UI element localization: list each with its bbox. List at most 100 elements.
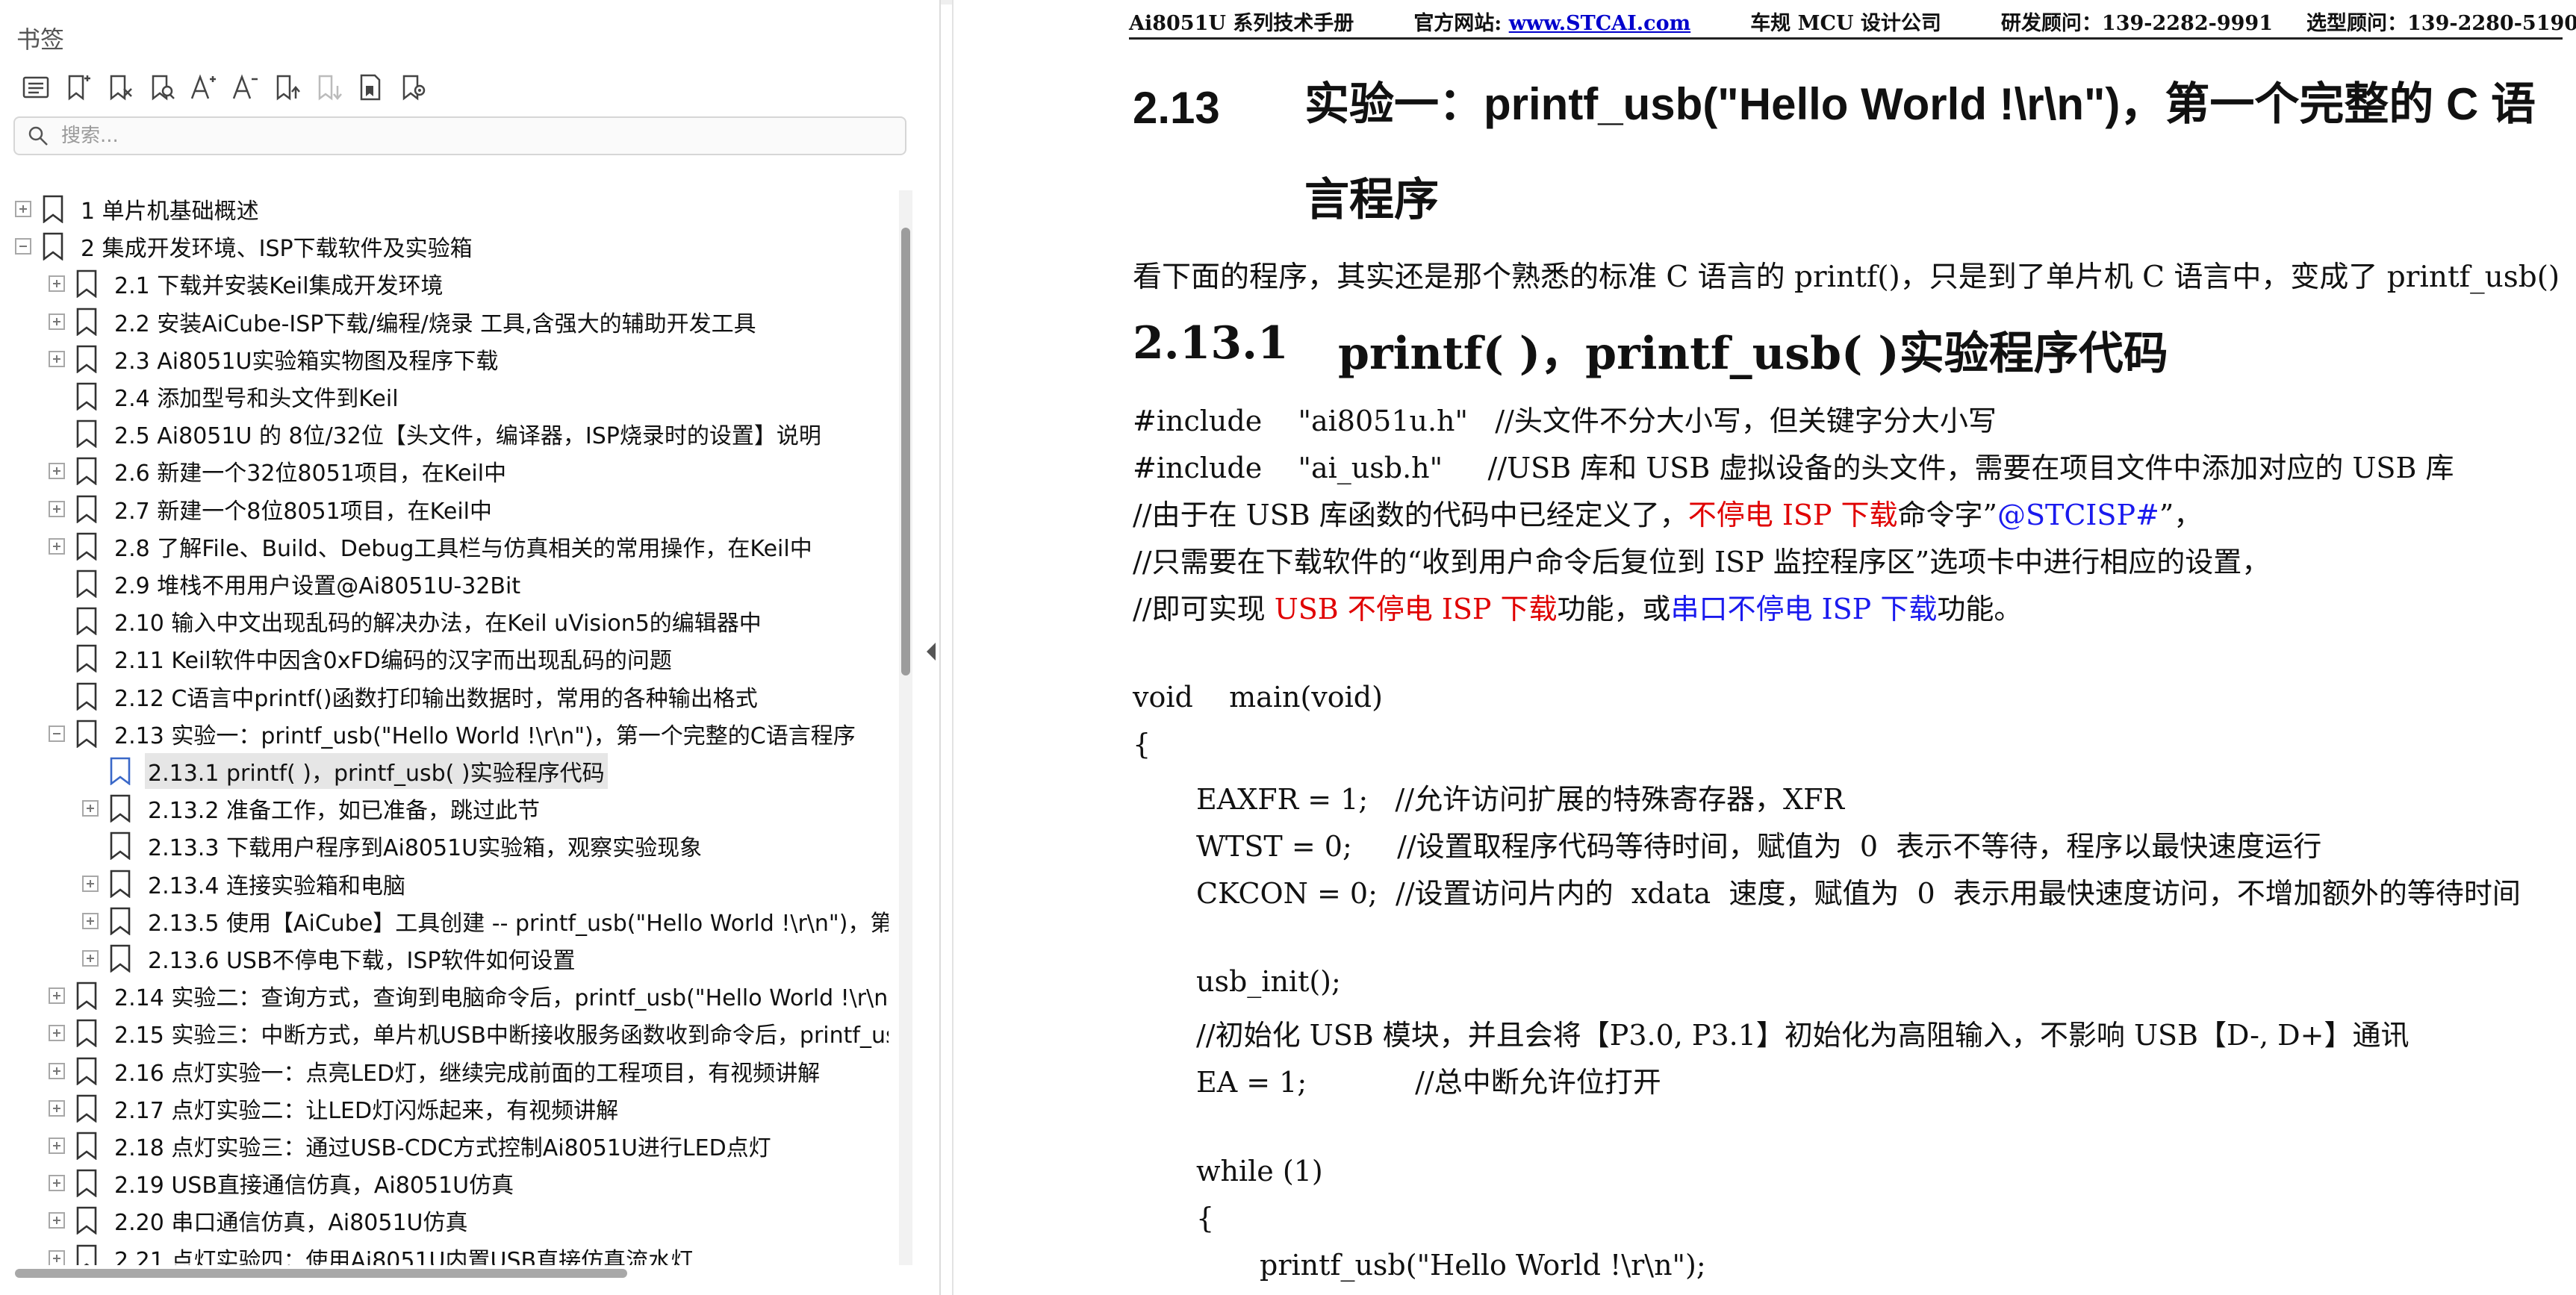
code-line-main: void main(void) — [1133, 681, 1383, 714]
bookmark-tree: 1 单片机基础概述 2 集成开发环境、ISP下载软件及实验箱 2.1 下载并安装Ke… — [0, 190, 889, 1265]
code-line-include-ai-usb: #include "ai_usb.h" //USB 库和 USB 虚拟设备的头文… — [1133, 452, 2454, 484]
bookmark-item[interactable]: 2.13.1 printf( )，printf_usb( )实验程序代码 — [0, 752, 889, 790]
bookmark-label: 2.15 实验三：中断方式，单片机USB中断接收服务函数收到命令后，printf… — [114, 1023, 889, 1049]
bookmark-item[interactable]: 2.12 C语言中printf()函数打印输出数据时，常用的各种输出格式 — [0, 678, 889, 715]
bookmark-item[interactable]: 2.6 新建一个32位8051项目，在Keil中 — [0, 452, 889, 490]
expand-toggle-icon[interactable] — [49, 313, 65, 330]
bookmark-icon — [75, 681, 102, 711]
bookmark-label: 2.6 新建一个32位8051项目，在Keil中 — [114, 461, 507, 487]
delete-bookmark-icon[interactable] — [99, 69, 140, 106]
collapse-panel-handle[interactable] — [923, 638, 939, 665]
bookmark-label: 2.17 点灯实验二：让LED灯闪烁起来，有视频讲解 — [114, 1097, 619, 1124]
document-viewer[interactable]: Ai8051U 系列技术手册 官方网站: www.STCAI.com 车规 MC… — [952, 0, 2576, 1295]
expand-toggle-icon[interactable] — [49, 1138, 65, 1154]
bookmark-item[interactable]: 2.13.4 连接实验箱和电脑 — [0, 865, 889, 902]
bookmark-label: 2.3 Ai8051U实验箱实物图及程序下载 — [114, 348, 499, 375]
bookmark-settings-icon[interactable] — [391, 69, 433, 106]
bookmark-label: 2.13.2 准备工作，如已准备，跳过此节 — [148, 798, 540, 825]
bookmark-label: 2.2 安装AiCube-ISP下载/编程/烧录 工具,含强大的辅助开发工具 — [114, 311, 756, 337]
bookmark-label: 2.1 下载并安装Keil集成开发环境 — [114, 273, 444, 300]
bookmark-item[interactable]: 2.13.2 准备工作，如已准备，跳过此节 — [0, 790, 889, 827]
bookmark-item[interactable]: 2.10 输入中文出现乱码的解决办法，在Keil uVision5的编辑器中 — [0, 602, 889, 640]
expand-toggle-icon[interactable] — [49, 1025, 65, 1042]
bookmark-item[interactable]: 2.5 Ai8051U 的 8位/32位【头文件，编译器，ISP烧录时的设置】说… — [0, 415, 889, 452]
bookmark-icon — [109, 793, 136, 823]
expand-toggle-icon[interactable] — [49, 275, 65, 293]
find-bookmark-icon[interactable] — [140, 69, 182, 106]
chevron-left-icon — [927, 643, 936, 661]
bookmark-item[interactable]: 2.2 安装AiCube-ISP下载/编程/烧录 工具,含强大的辅助开发工具 — [0, 303, 889, 340]
expand-toggle-icon[interactable] — [49, 987, 65, 1005]
code-line-printf-usb: printf_usb("Hello World !\r\n"); — [1260, 1249, 1706, 1282]
expand-all-icon[interactable] — [266, 69, 308, 106]
code-line-include-ai8051u: #include "ai8051u.h" //头文件不分大小写，但关键字分大小写 — [1133, 405, 1997, 437]
bookmark-item[interactable]: 2.17 点灯实验二：让LED灯闪烁起来，有视频讲解 — [0, 1090, 889, 1127]
bookmark-label: 2.18 点灯实验三：通过USB-CDC方式控制Ai8051U进行LED点灯 — [114, 1135, 771, 1161]
bookmark-item[interactable]: 2.3 Ai8051U实验箱实物图及程序下载 — [0, 340, 889, 378]
bookmark-item[interactable]: 2.7 新建一个8位8051项目，在Keil中 — [0, 490, 889, 528]
bookmark-icon — [75, 494, 102, 524]
bookmark-item[interactable]: 2.4 添加型号和头文件到Keil — [0, 378, 889, 415]
bookmark-icon — [75, 419, 102, 449]
expand-toggle-icon[interactable] — [49, 1099, 65, 1117]
search-icon — [28, 126, 48, 146]
bookmark-item[interactable]: 2.13.5 使用【AiCube】工具创建 -- printf_usb("Hel… — [0, 902, 889, 940]
search-input[interactable] — [60, 124, 884, 148]
bookmark-icon — [75, 569, 102, 599]
bookmark-item[interactable]: 2.21 点灯实验四：使用Ai8051U内置USB直接仿真流水灯 — [0, 1240, 889, 1265]
bookmark-item[interactable]: 2.11 Keil软件中因含0xFD编码的汉字而出现乱码的问题 — [0, 640, 889, 677]
bookmark-item[interactable]: 2 集成开发环境、ISP下载软件及实验箱 — [0, 228, 889, 265]
code-line-comment-setting: //只需要在下载软件的“收到用户命令后复位到 ISP 监控程序区”选项卡中进行相… — [1133, 546, 2271, 578]
bookmark-icon — [75, 1018, 102, 1048]
expand-toggle-icon[interactable] — [49, 1212, 65, 1229]
website-link[interactable]: www.STCAI.com — [1509, 12, 1691, 35]
bookmark-item[interactable]: 2.8 了解File、Build、Debug工具栏与仿真相关的常用操作，在Kei… — [0, 528, 889, 565]
bookmark-item[interactable]: 2.13.3 下载用户程序到Ai8051U实验箱，观察实验现象 — [0, 827, 889, 864]
bookmark-item[interactable]: 2.15 实验三：中断方式，单片机USB中断接收服务函数收到命令后，printf… — [0, 1014, 889, 1052]
expand-toggle-icon[interactable] — [82, 800, 99, 817]
bookmark-item[interactable]: 2.18 点灯实验三：通过USB-CDC方式控制Ai8051U进行LED点灯 — [0, 1127, 889, 1164]
expand-toggle-icon[interactable] — [49, 1175, 65, 1192]
expand-toggle-icon[interactable] — [82, 875, 99, 892]
bookmarks-title: 书签 — [16, 25, 65, 54]
add-bookmark-icon[interactable] — [57, 69, 99, 106]
bookmark-tree-vertical-scrollbar[interactable] — [899, 190, 912, 1265]
decrease-font-icon[interactable] — [224, 69, 266, 106]
expand-toggle-icon[interactable] — [82, 912, 99, 929]
bookmark-item[interactable]: 2.9 堆栈不用用户设置@Ai8051U-32Bit — [0, 565, 889, 602]
collapse-toggle-icon[interactable] — [15, 238, 31, 255]
bookmark-item[interactable]: 2.20 串口通信仿真，Ai8051U仿真 — [0, 1202, 889, 1239]
current-page-bookmark-icon[interactable] — [349, 69, 391, 106]
expand-toggle-icon[interactable] — [49, 463, 65, 480]
collapse-toggle-icon[interactable] — [49, 725, 65, 742]
bookmark-label: 2.5 Ai8051U 的 8位/32位【头文件，编译器，ISP烧录时的设置】说… — [114, 423, 821, 450]
bookmark-item[interactable]: 2.13.6 USB不停电下载，ISP软件如何设置 — [0, 940, 889, 977]
expand-toggle-icon[interactable] — [49, 537, 65, 555]
bookmark-icon — [75, 1093, 102, 1123]
bookmark-label: 2.14 实验二：查询方式，查询到电脑命令后，printf_usb("Hello… — [114, 985, 889, 1012]
bookmark-item[interactable]: 2.19 USB直接通信仿真，Ai8051U仿真 — [0, 1164, 889, 1202]
company-tagline: 车规 MCU 设计公司 — [1750, 11, 1941, 35]
increase-font-icon[interactable] — [182, 69, 224, 106]
expand-toggle-icon[interactable] — [15, 201, 31, 217]
expand-toggle-icon[interactable] — [49, 500, 65, 517]
bookmark-tree-horizontal-scrollbar[interactable] — [15, 1269, 627, 1278]
bookmark-list-icon[interactable] — [15, 69, 57, 106]
bookmark-item[interactable]: 2.1 下载并安装Keil集成开发环境 — [0, 265, 889, 302]
expand-toggle-icon[interactable] — [49, 1249, 65, 1265]
collapse-all-icon[interactable] — [308, 69, 349, 106]
bookmark-item[interactable]: 2.13 实验一：printf_usb("Hello World !\r\n")… — [0, 715, 889, 752]
search-box[interactable] — [13, 116, 906, 155]
vertical-scrollbar-thumb[interactable] — [901, 228, 910, 675]
bookmark-icon — [75, 1243, 102, 1265]
bookmark-item[interactable]: 1 单片机基础概述 — [0, 190, 889, 228]
expand-toggle-icon[interactable] — [49, 350, 65, 367]
expand-toggle-icon[interactable] — [82, 950, 99, 967]
bookmark-item[interactable]: 2.14 实验二：查询方式，查询到电脑命令后，printf_usb("Hello… — [0, 977, 889, 1014]
bookmark-item[interactable]: 2.16 点灯实验一：点亮LED灯，继续完成前面的工程项目，有视频讲解 — [0, 1052, 889, 1090]
expand-toggle-icon[interactable] — [49, 1062, 65, 1079]
